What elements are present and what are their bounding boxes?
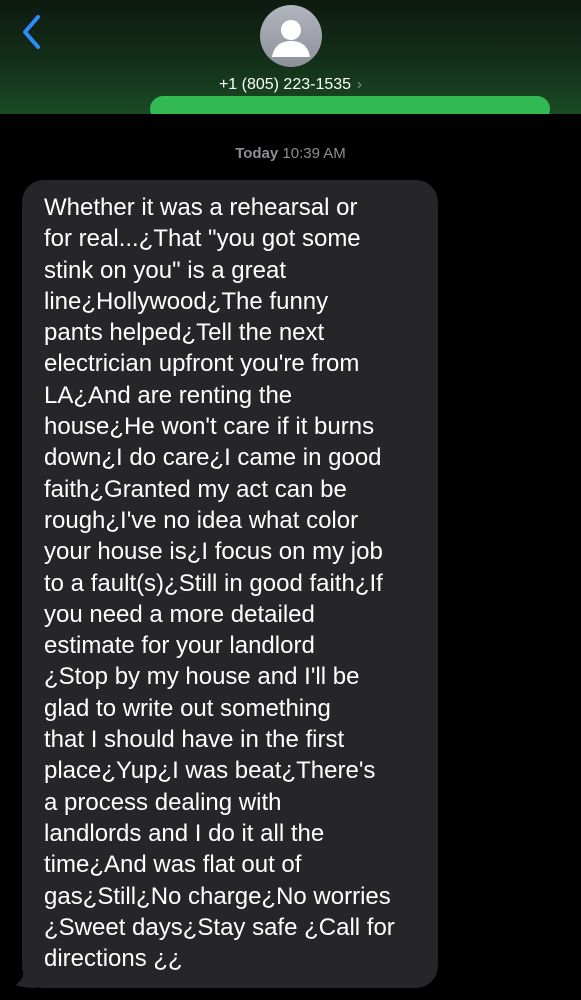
conversation-header: +1 (805) 223-1535 › <box>0 0 581 114</box>
timestamp-day: Today <box>235 145 279 162</box>
message-line: glad to write out something <box>44 694 331 722</box>
message-line: house¿He won't care if it burns <box>44 413 375 441</box>
message-bubble[interactable]: Whether it was a rehearsal or for real...… <box>22 180 438 989</box>
chevron-left-icon <box>23 15 40 49</box>
person-silhouette-icon <box>272 20 310 57</box>
message-line: faith¿Granted my act can be <box>44 475 347 503</box>
message-line: landlords and I do it all the <box>44 819 325 847</box>
message-line: ¿Sweet days¿Stay safe ¿Call for <box>44 913 395 941</box>
contact-name-row[interactable]: +1 (805) 223-1535 › <box>0 76 581 94</box>
bubble-tail <box>15 968 37 989</box>
contact-phone-number: +1 (805) 223-1535 <box>218 76 352 93</box>
previous-sent-bubble[interactable] <box>150 96 550 114</box>
message-line: to a fault(s)¿Still in good faith¿If <box>44 569 383 597</box>
message-line: gas¿Still¿No charge¿No worries <box>44 882 391 910</box>
contact-avatar[interactable] <box>260 5 322 67</box>
message-line: stink on you" is a great <box>44 256 286 284</box>
message-line: your house is¿I focus on my job <box>44 538 383 566</box>
message-line: ¿Stop by my house and I'll be <box>44 663 360 691</box>
message-timestamp: Today 10:39 AM <box>0 145 581 162</box>
message-line: down¿I do care¿I came in good <box>44 444 382 472</box>
message-text: Whether it was a rehearsal or for real...… <box>44 192 420 974</box>
back-button[interactable] <box>14 12 48 52</box>
received-message[interactable]: Whether it was a rehearsal or for real...… <box>15 180 438 989</box>
message-line: that I should have in the first <box>44 726 345 754</box>
message-line: a process dealing with <box>44 788 282 816</box>
message-line: LA¿And are renting the <box>44 381 293 409</box>
message-line: estimate for your landlord <box>44 632 315 660</box>
message-line: place¿Yup¿I was beat¿There's <box>44 757 376 785</box>
message-line: Whether it was a rehearsal or <box>44 194 358 221</box>
message-line: electrician upfront you're from <box>44 350 360 378</box>
message-line: pants helped¿Tell the next <box>44 319 325 347</box>
message-line: directions ¿¿ <box>44 945 183 973</box>
message-line: for real...¿That "you got some <box>44 225 361 253</box>
message-line: rough¿I've no idea what color <box>44 506 359 534</box>
message-line: line¿Hollywood¿The funny <box>44 287 329 315</box>
timestamp-time: 10:39 AM <box>282 145 346 162</box>
message-line: you need a more detailed <box>44 600 315 628</box>
chevron-right-icon: › <box>357 76 363 93</box>
message-line: time¿And was flat out of <box>44 851 302 879</box>
